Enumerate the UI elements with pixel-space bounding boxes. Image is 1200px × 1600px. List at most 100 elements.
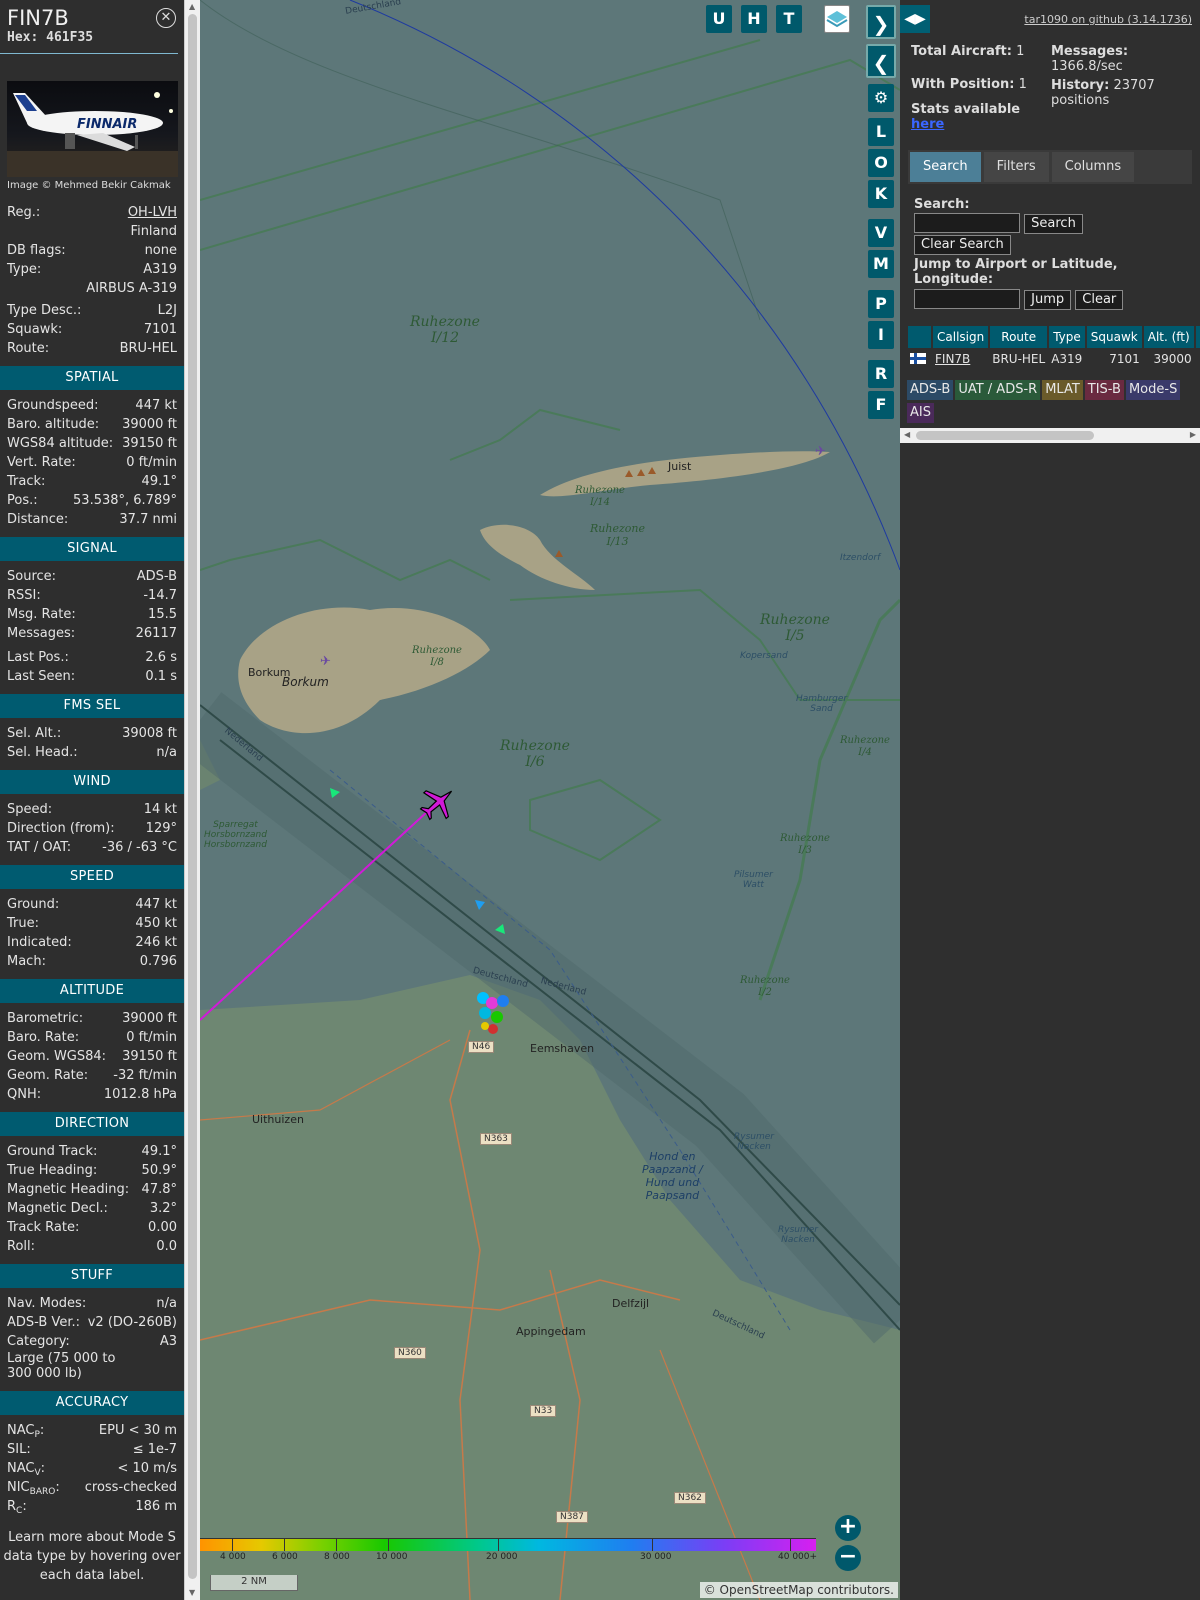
wind-label: TAT / OAT: [7, 840, 72, 855]
direction-label: Magnetic Heading: [7, 1182, 130, 1197]
column-header[interactable]: S [1195, 326, 1200, 348]
spatial-row: Vert. Rate: 0 ft/min [0, 453, 184, 472]
zoom-in-button[interactable]: + [835, 1515, 861, 1541]
speed-row: Mach: 0.796 [0, 952, 184, 971]
map-button-t[interactable]: T [776, 5, 802, 33]
map-button-k[interactable]: K [868, 180, 894, 208]
chevron-left-icon[interactable]: ❮ [866, 44, 896, 78]
scroll-down-icon[interactable]: ▼ [189, 1588, 195, 1597]
clear-search-button[interactable]: Clear Search [914, 235, 1011, 255]
basic-value[interactable]: OH-LVH [128, 203, 177, 222]
stats-link[interactable]: here [911, 117, 944, 132]
zoom-out-button[interactable]: − [835, 1545, 861, 1571]
place-label: Appingedam [516, 1325, 586, 1338]
source-badge[interactable]: UAT / ADS-R [955, 380, 1041, 400]
source-badge[interactable]: MLAT [1042, 380, 1083, 400]
colorbar-tick-label: 6 000 [272, 1552, 298, 1562]
tab-columns[interactable]: Columns [1051, 152, 1135, 182]
info-scrollbar[interactable]: ▲ ▼ [184, 0, 200, 1600]
column-header[interactable]: Callsign [933, 326, 989, 348]
gear-icon[interactable]: ⚙ [868, 84, 894, 112]
map-view[interactable]: ✈ ✈ Ruhezone I/12 Ruhezone I/6 Ruhezone I/… [200, 0, 900, 1600]
map-button-u[interactable]: U [706, 5, 732, 33]
column-header[interactable] [908, 326, 931, 348]
spatial-row: Groundspeed: 447 kt [0, 396, 184, 415]
colorbar-tick-mark [336, 1538, 337, 1551]
clear-button[interactable]: Clear [1075, 290, 1124, 310]
source-badge[interactable]: Mode-S [1125, 380, 1181, 400]
tab-search[interactable]: Search [910, 152, 981, 182]
speed-row: True: 450 kt [0, 914, 184, 933]
speed-cell [1196, 350, 1200, 368]
place-label: Delfzijl [612, 1297, 650, 1310]
map-button-m[interactable]: M [868, 250, 894, 278]
map-button-h[interactable]: H [741, 5, 767, 33]
aircraft-icon[interactable] [418, 783, 458, 823]
scroll-up-icon[interactable]: ▲ [189, 2, 195, 11]
altitude-label: Baro. Rate: [7, 1030, 80, 1045]
fms-sel-label: Sel. Head.: [7, 745, 78, 760]
basic-row: Finland [0, 222, 184, 241]
zone-label: Ruhezone I/2 [740, 975, 790, 998]
jump-input[interactable] [914, 289, 1020, 309]
altitude-value: 39000 ft [122, 1011, 177, 1026]
map-button-r[interactable]: R [868, 360, 894, 388]
signal-value: 15.5 [148, 607, 177, 622]
table-scrollbar[interactable]: ◀ ▶ [900, 428, 1200, 443]
zone-label: Ruhezone I/14 [575, 485, 625, 508]
scroll-right-icon[interactable]: ▶ [1190, 430, 1196, 439]
panel-toggle-icon[interactable]: ◀▶ [900, 5, 930, 33]
source-badge[interactable]: ADS-B [907, 380, 954, 400]
place-label: Itzendorf [840, 553, 881, 563]
altitude-value: 1012.8 hPa [103, 1087, 177, 1102]
hscroll-thumb[interactable] [916, 431, 1094, 440]
search-input[interactable] [914, 213, 1020, 233]
column-header[interactable]: Alt. (ft) [1143, 326, 1194, 348]
scroll-left-icon[interactable]: ◀ [904, 430, 910, 439]
chevron-right-icon[interactable]: ❯ [866, 5, 896, 39]
basic-row: Reg.: OH-LVH [0, 203, 184, 222]
table-row[interactable]: FIN7B BRU-HEL A319 7101 39000 [908, 350, 1200, 368]
map-button-v[interactable]: V [868, 219, 894, 247]
basic-value: L2J [157, 303, 177, 318]
source-legend: ADS-B UAT / ADS-R MLAT TIS-B Mode-S AIS [907, 380, 1197, 426]
direction-label: Magnetic Decl.: [7, 1201, 108, 1216]
map-button-f[interactable]: F [868, 391, 894, 419]
tab-filters[interactable]: Filters [983, 152, 1049, 182]
close-icon[interactable]: ✕ [156, 8, 176, 28]
basic-value: BRU-HEL [119, 341, 177, 356]
place-label: Rysumer Nacken [734, 1132, 774, 1152]
direction-row: Magnetic Heading: 47.8° [0, 1180, 184, 1199]
column-header[interactable]: Route [990, 326, 1048, 348]
place-label: Hond en Paapzand / Hund und Paapsand [642, 1150, 703, 1202]
map-canvas[interactable]: ✈ ✈ [200, 0, 900, 1600]
spatial-row: WGS84 altitude: 39150 ft [0, 434, 184, 453]
map-attribution[interactable]: © OpenStreetMap contributors. [699, 1582, 898, 1598]
fms-sel-label: Sel. Alt.: [7, 726, 62, 741]
scrollbar-thumb[interactable] [188, 14, 197, 1579]
map-button-i[interactable]: I [868, 321, 894, 349]
source-badge[interactable]: AIS [907, 403, 934, 423]
source-badge[interactable]: TIS-B [1084, 380, 1124, 400]
direction-label: Ground Track: [7, 1144, 98, 1159]
map-button-l[interactable]: L [868, 118, 894, 146]
github-link[interactable]: tar1090 on github (3.14.1736) [1024, 13, 1192, 26]
callsign-cell[interactable]: FIN7B [933, 350, 988, 368]
layers-icon[interactable] [824, 5, 850, 33]
aircraft-info-panel: FIN7B Hex: 461F35 ✕ FINNAIR Image © Mehm… [0, 0, 184, 1600]
section-altitude: ALTITUDE [0, 979, 184, 1003]
signal-row: RSSI: -14.7 [0, 586, 184, 605]
spatial-value: 447 kt [135, 398, 177, 413]
map-button-o[interactable]: O [868, 149, 894, 177]
column-header[interactable]: Squawk [1086, 326, 1142, 348]
aircraft-photo[interactable]: FINNAIR [7, 81, 178, 177]
speed-value: 447 kt [135, 897, 177, 912]
search-button[interactable]: Search [1024, 214, 1083, 234]
stats-block: Total Aircraft: 1 With Position: 1 Stats… [911, 44, 1196, 132]
map-button-p[interactable]: P [868, 290, 894, 318]
jump-button[interactable]: Jump [1024, 290, 1072, 310]
colorbar-tick-mark [284, 1538, 285, 1551]
column-header[interactable]: Type [1049, 326, 1085, 348]
accuracy-value: ≤ 1e-7 [132, 1442, 177, 1457]
signal-row: Messages: 26117 [0, 624, 184, 643]
